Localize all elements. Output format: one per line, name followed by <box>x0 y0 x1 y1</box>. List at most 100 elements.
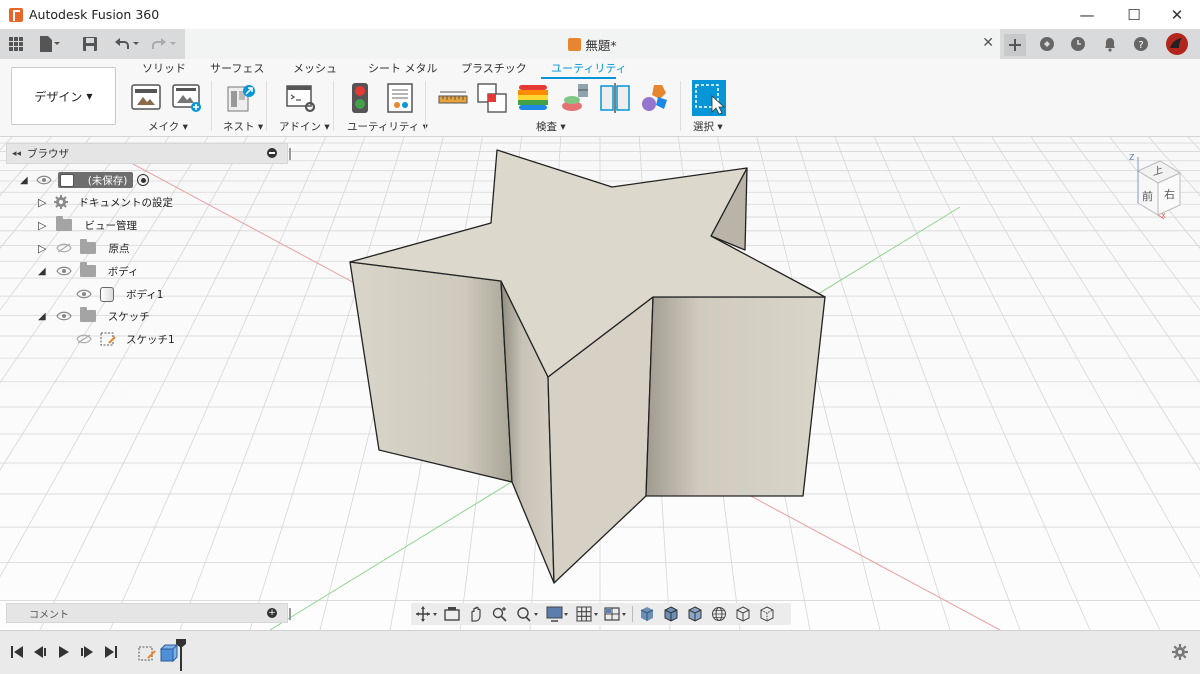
step-back-icon[interactable] <box>33 645 47 659</box>
browser-item-label: スケッチ <box>107 310 150 323</box>
root-component-highlight[interactable]: (未保存) <box>57 172 134 188</box>
browser-collapse-minus-icon[interactable] <box>267 148 277 158</box>
collapse-triangle-icon[interactable]: ◢ <box>38 311 46 322</box>
minimize-button[interactable]: — <box>1064 0 1110 29</box>
parameters-table-icon[interactable] <box>386 83 416 113</box>
user-avatar[interactable] <box>1164 31 1190 57</box>
group-nest-label[interactable]: ネスト ▾ <box>223 119 263 134</box>
go-to-end-icon[interactable] <box>104 645 118 659</box>
collapse-panel-icon[interactable]: ◂◂ <box>12 149 21 159</box>
tab-solid[interactable]: ソリッド <box>142 60 186 76</box>
scripts-addins-icon[interactable] <box>286 83 316 113</box>
viewcube[interactable]: Z 上 前 右 X <box>1124 153 1194 223</box>
tab-close-icon[interactable]: ✕ <box>982 35 994 51</box>
tab-utilities[interactable]: ユーティリティ <box>551 60 627 76</box>
maximize-button[interactable]: ☐ <box>1111 0 1157 29</box>
add-comment-plus-icon[interactable]: + <box>267 608 277 618</box>
orbit-icon[interactable] <box>416 606 438 622</box>
comments-panel[interactable]: コメント + <box>6 603 291 623</box>
visibility-eye-icon[interactable] <box>76 289 92 299</box>
save-icon[interactable] <box>83 34 97 54</box>
shaded-cube-icon[interactable] <box>639 606 655 622</box>
expand-triangle-icon[interactable]: ▷ <box>38 242 46 255</box>
collapse-triangle-icon[interactable]: ◢ <box>38 266 46 277</box>
collapse-triangle-icon[interactable]: ◢ <box>20 175 28 186</box>
manufacture-icon[interactable] <box>172 83 202 113</box>
visibility-eye-icon[interactable] <box>56 311 72 321</box>
extensions-icon[interactable] <box>1037 34 1057 54</box>
tab-mesh[interactable]: メッシュ <box>293 60 337 76</box>
grid-settings-icon[interactable] <box>576 606 600 622</box>
browser-item-sketch1[interactable]: スケッチ1 <box>76 329 175 349</box>
browser-item-document-settings[interactable]: ▷ ドキュメントの設定 <box>38 192 173 212</box>
job-status-clock-icon[interactable] <box>1068 34 1088 54</box>
group-utility-label[interactable]: ユーティリティ ▾ <box>347 119 428 134</box>
group-make-label[interactable]: メイク ▾ <box>148 119 188 134</box>
browser-item-origin[interactable]: ▷ 原点 <box>38 238 129 258</box>
step-forward-icon[interactable] <box>80 645 94 659</box>
process-traffic-light-icon[interactable] <box>346 83 376 113</box>
new-tab-plus-icon[interactable] <box>1004 34 1026 56</box>
group-addins-label[interactable]: アドイン ▾ <box>279 119 330 134</box>
measure-ruler-icon[interactable] <box>438 83 468 113</box>
browser-root-node[interactable]: ◢ (未保存) <box>20 170 150 190</box>
pan-hand-icon[interactable] <box>468 606 484 622</box>
component-icon <box>59 173 74 187</box>
activate-radio-icon[interactable] <box>137 174 150 186</box>
expand-triangle-icon[interactable]: ▷ <box>38 219 46 232</box>
3d-print-icon[interactable] <box>131 83 161 113</box>
file-menu-icon[interactable] <box>39 34 61 54</box>
visibility-eye-icon[interactable] <box>56 266 72 276</box>
nest-icon[interactable] <box>226 83 256 113</box>
panel-grip-icon[interactable] <box>289 608 291 620</box>
timeline-marker[interactable] <box>176 639 186 671</box>
browser-item-named-views[interactable]: ▷ ビュー管理 <box>38 215 137 235</box>
help-icon[interactable]: ? <box>1131 34 1151 54</box>
fit-zoom-icon[interactable] <box>516 606 540 622</box>
wireframe-sphere-icon[interactable] <box>711 606 727 622</box>
notifications-bell-icon[interactable] <box>1100 34 1120 54</box>
browser-panel-header[interactable]: ◂◂ ブラウザ <box>6 143 291 164</box>
data-panel-grid-icon[interactable] <box>9 34 23 54</box>
panel-grip-icon[interactable] <box>289 148 291 160</box>
shaded-edges-cube-icon[interactable] <box>663 606 679 622</box>
document-tab[interactable]: 無題* ✕ <box>185 29 1000 59</box>
display-settings-icon[interactable] <box>546 606 570 622</box>
folder-icon <box>56 216 73 231</box>
visibility-eye-icon[interactable] <box>36 175 52 185</box>
tab-surface[interactable]: サーフェス <box>210 60 264 76</box>
play-icon[interactable] <box>57 645 71 659</box>
browser-item-bodies[interactable]: ◢ ボディ <box>38 261 138 281</box>
hidden-eye-icon[interactable] <box>76 334 92 344</box>
draft-analysis-icon[interactable] <box>560 83 590 113</box>
display-component-colors-icon[interactable] <box>640 83 670 113</box>
redo-icon[interactable] <box>150 34 178 54</box>
timeline-sketch-icon[interactable] <box>138 644 156 662</box>
section-analysis-icon[interactable] <box>600 83 630 113</box>
wireframe-cube-icon[interactable] <box>735 606 751 622</box>
go-to-start-icon[interactable] <box>10 645 24 659</box>
interference-icon[interactable] <box>477 83 507 113</box>
look-at-icon[interactable] <box>444 606 460 622</box>
tab-plastic[interactable]: プラスチック <box>461 60 527 76</box>
tab-sheet-metal[interactable]: シート メタル <box>368 60 438 76</box>
workspace-switcher[interactable]: デザイン ▼ <box>11 67 116 125</box>
3d-viewport[interactable]: Z 上 前 右 X <box>0 137 1200 630</box>
zoom-icon[interactable] <box>492 606 508 622</box>
expand-triangle-icon[interactable]: ▷ <box>38 196 46 209</box>
group-inspect-label[interactable]: 検査 ▾ <box>536 119 566 134</box>
viewports-icon[interactable] <box>604 606 628 622</box>
browser-item-label: ボディ1 <box>126 288 164 301</box>
hidden-eye-icon[interactable] <box>56 243 73 253</box>
select-icon[interactable] <box>692 80 726 116</box>
undo-icon[interactable] <box>113 34 141 54</box>
zebra-analysis-icon[interactable] <box>518 83 548 113</box>
close-window-button[interactable]: ✕ <box>1154 0 1200 29</box>
wireframe-hidden-cube-icon[interactable] <box>759 606 775 622</box>
browser-item-body1[interactable]: ボディ1 <box>76 284 163 304</box>
timeline-settings-gear-icon[interactable] <box>1172 644 1188 660</box>
shaded-hidden-edges-cube-icon[interactable] <box>687 606 703 622</box>
timeline-bar <box>0 630 1200 674</box>
group-select-label[interactable]: 選択 ▾ <box>693 119 723 134</box>
browser-item-sketches[interactable]: ◢ スケッチ <box>38 306 150 326</box>
